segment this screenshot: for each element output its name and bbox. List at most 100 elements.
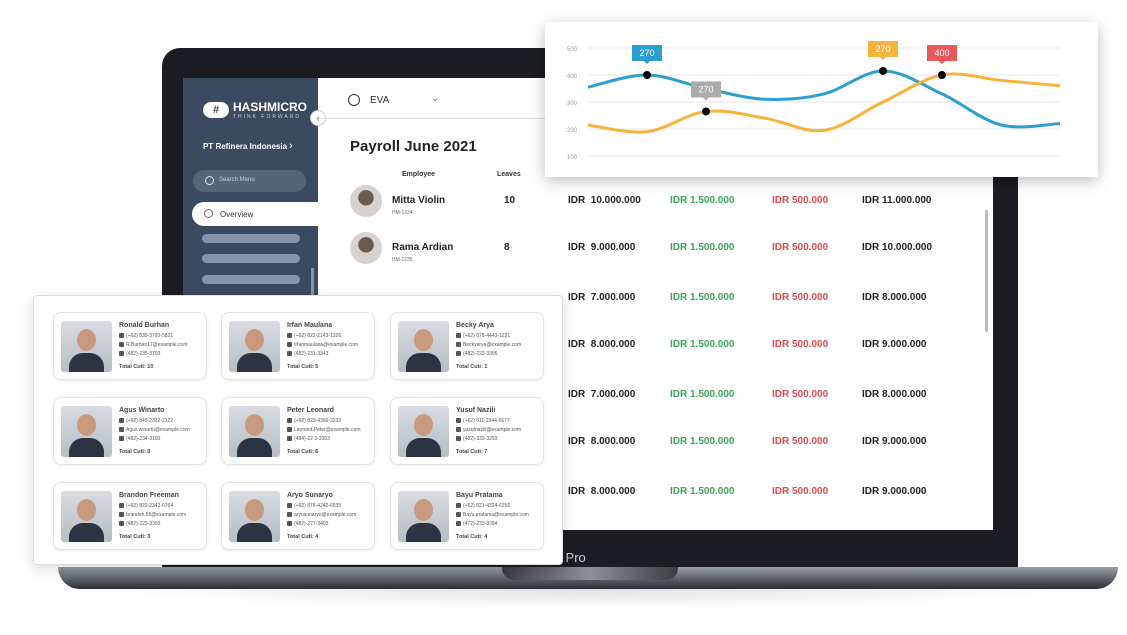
contact-phone: (482)-234-3193 [119,436,160,442]
employee-card[interactable]: Ronald Burhan (+62) 835-3793-5821 R.Burhan… [53,312,207,380]
total-cuti: Total Cuti: 6 [287,449,319,455]
data-label-pointer [880,56,886,60]
mail-icon [456,427,461,432]
whatsapp-icon [456,503,461,508]
phone-icon [456,436,461,441]
allowance-cell: IDR 1.500.000 [670,436,735,447]
deduction-cell: IDR 500.000 [772,339,829,350]
search-icon [205,176,214,185]
contact-email: Beckyarya@example.com [456,342,521,348]
y-tick-label: 200 [567,128,578,134]
contact-value: (482)-222-3393 [126,521,161,527]
contact-value: Agus.winarto@example.com [126,427,190,433]
table-row[interactable]: IDR 9.000.000 IDR 1.500.000 IDR 500.000 IDR… [183,242,983,256]
search-placeholder: Search Menu [219,177,255,183]
brand-logo: HASHMICRO THINK FORWARD [233,100,307,120]
phone-icon [287,521,292,526]
whatsapp-icon [119,503,124,508]
deduction-cell: IDR 500.000 [772,195,829,206]
total-cuti: Total Cuti: 4 [287,534,319,540]
phone-icon [119,351,124,356]
salary-cell: IDR 8.000.000 [568,436,636,447]
column-header-leaves: Leaves [497,171,521,178]
contact-value: (+62) 811-2344-5677 [463,418,510,424]
module-selector[interactable]: EVA [370,95,389,106]
contact-phone: (482)-277-3493 [287,521,328,527]
salary-cell: IDR 8.000.000 [568,486,636,497]
employee-card[interactable]: Peter Leonard (+62) 823-4366-3232 Leonard.… [221,397,375,465]
total-cell: IDR 8.000.000 [862,389,927,400]
contact-email: brandon.55@example.com [119,512,186,518]
company-selector[interactable]: PT Refinera Indonesia [203,142,287,151]
search-menu-input[interactable]: Search Menu [193,170,306,192]
employee-cards-panel: Ronald Burhan (+62) 835-3793-5821 R.Burhan… [33,295,563,565]
employee-id: HM-1234 [392,210,413,216]
deduction-cell: IDR 500.000 [772,389,829,400]
employee-card[interactable]: Irfan Maulana (+62) 822-2143-1326 Irfanmau… [221,312,375,380]
contact-phone: (482)-222-3395 [456,351,497,357]
contact-value: (482)-231-3343 [294,351,329,357]
brand-name: HASHMICRO [233,100,307,114]
employee-card[interactable]: Brandon Freeman (+62) 823-2342-6764 brando… [53,482,207,550]
total-cell: IDR 11.000.000 [862,195,932,206]
employee-card[interactable]: Bayu Pratama (+62) 821-4324-6356 Bayu.prat… [390,482,544,550]
data-label: 270 [698,84,713,94]
mail-icon [287,427,292,432]
mail-icon [287,342,292,347]
y-tick-label: 100 [567,155,578,161]
contact-email: Bayu.pratama@example.com [456,512,529,518]
phone-icon [287,436,292,441]
employee-name: Brandon Freeman [119,492,179,499]
total-cuti: Total Cuti: 5 [287,364,319,370]
contact-value: (+62) 878-4443-1231 [463,333,511,339]
y-tick-label: 300 [567,101,578,107]
chevron-right-icon[interactable]: › [289,140,293,152]
whatsapp-icon [287,333,292,338]
employee-photo [61,406,112,457]
contact-value: Bayu.pratama@example.com [463,512,529,518]
data-point [938,71,946,79]
data-label: 400 [934,48,949,58]
data-label: 270 [875,44,890,54]
salary-cell: IDR 9.000.000 [568,242,636,253]
contact-value: Leonard.Peter@example.com [294,427,361,433]
contact-email: Irfanmaulana@example.com [287,342,358,348]
contact-value: (+62) 876-4242-6535 [294,503,342,509]
laptop-shadow [100,589,1080,609]
page-title: Payroll June 2021 [350,138,477,155]
table-row[interactable]: IDR 10.000.000 IDR 1.500.000 IDR 500.000 ID… [183,195,983,209]
total-cuti: Total Cuti: 7 [456,449,488,455]
contact-value: (482)-235-3793 [126,351,161,357]
total-cell: IDR 10.000.000 [862,242,933,253]
phone-icon [456,521,461,526]
employee-card[interactable]: Becky Arya (+62) 878-4443-1231 Beckyarya@e… [390,312,544,380]
table-scrollbar[interactable] [985,210,988,332]
employee-card[interactable]: Yusuf Nazili (+62) 811-2344-5677 yusufnazi… [390,397,544,465]
total-cell: IDR 9.000.000 [862,339,927,350]
contact-value: (+62) 822-2143-1326 [294,333,342,339]
contact-value: (+62) 821-4324-6356 [463,503,511,509]
total-cuti: Total Cuti: 1 [456,364,488,370]
laptop-notch [502,567,678,580]
column-header-employee: Employee [402,171,436,178]
salary-cell: IDR 7.000.000 [568,292,636,303]
data-label-pointer [703,97,709,101]
employee-card[interactable]: Aryo Sunaryo (+62) 876-4242-6535 aryosunar… [221,482,375,550]
mail-icon [456,342,461,347]
employee-photo [229,491,280,542]
contact-email: Leonard.Peter@example.com [287,427,361,433]
deduction-cell: IDR 500.000 [772,242,829,253]
employee-name: Ronald Burhan [119,322,170,329]
employee-photo [398,491,449,542]
pie-chart-icon [204,209,213,218]
employee-photo [61,491,112,542]
contact-value: yusufnazili@example.com [463,427,522,433]
employee-name: Peter Leonard [287,407,335,414]
mail-icon [287,512,292,517]
employee-photo [229,321,280,372]
sidebar-item-placeholder[interactable] [202,275,300,284]
contact-value: (484)-22 3-3393 [294,436,330,442]
chevron-down-icon[interactable]: ⌄ [431,93,439,104]
total-cuti: Total Cuti: 3 [119,534,151,540]
employee-card[interactable]: Agus Winarto (+62) 845-2332-2122 Agus.wina… [53,397,207,465]
